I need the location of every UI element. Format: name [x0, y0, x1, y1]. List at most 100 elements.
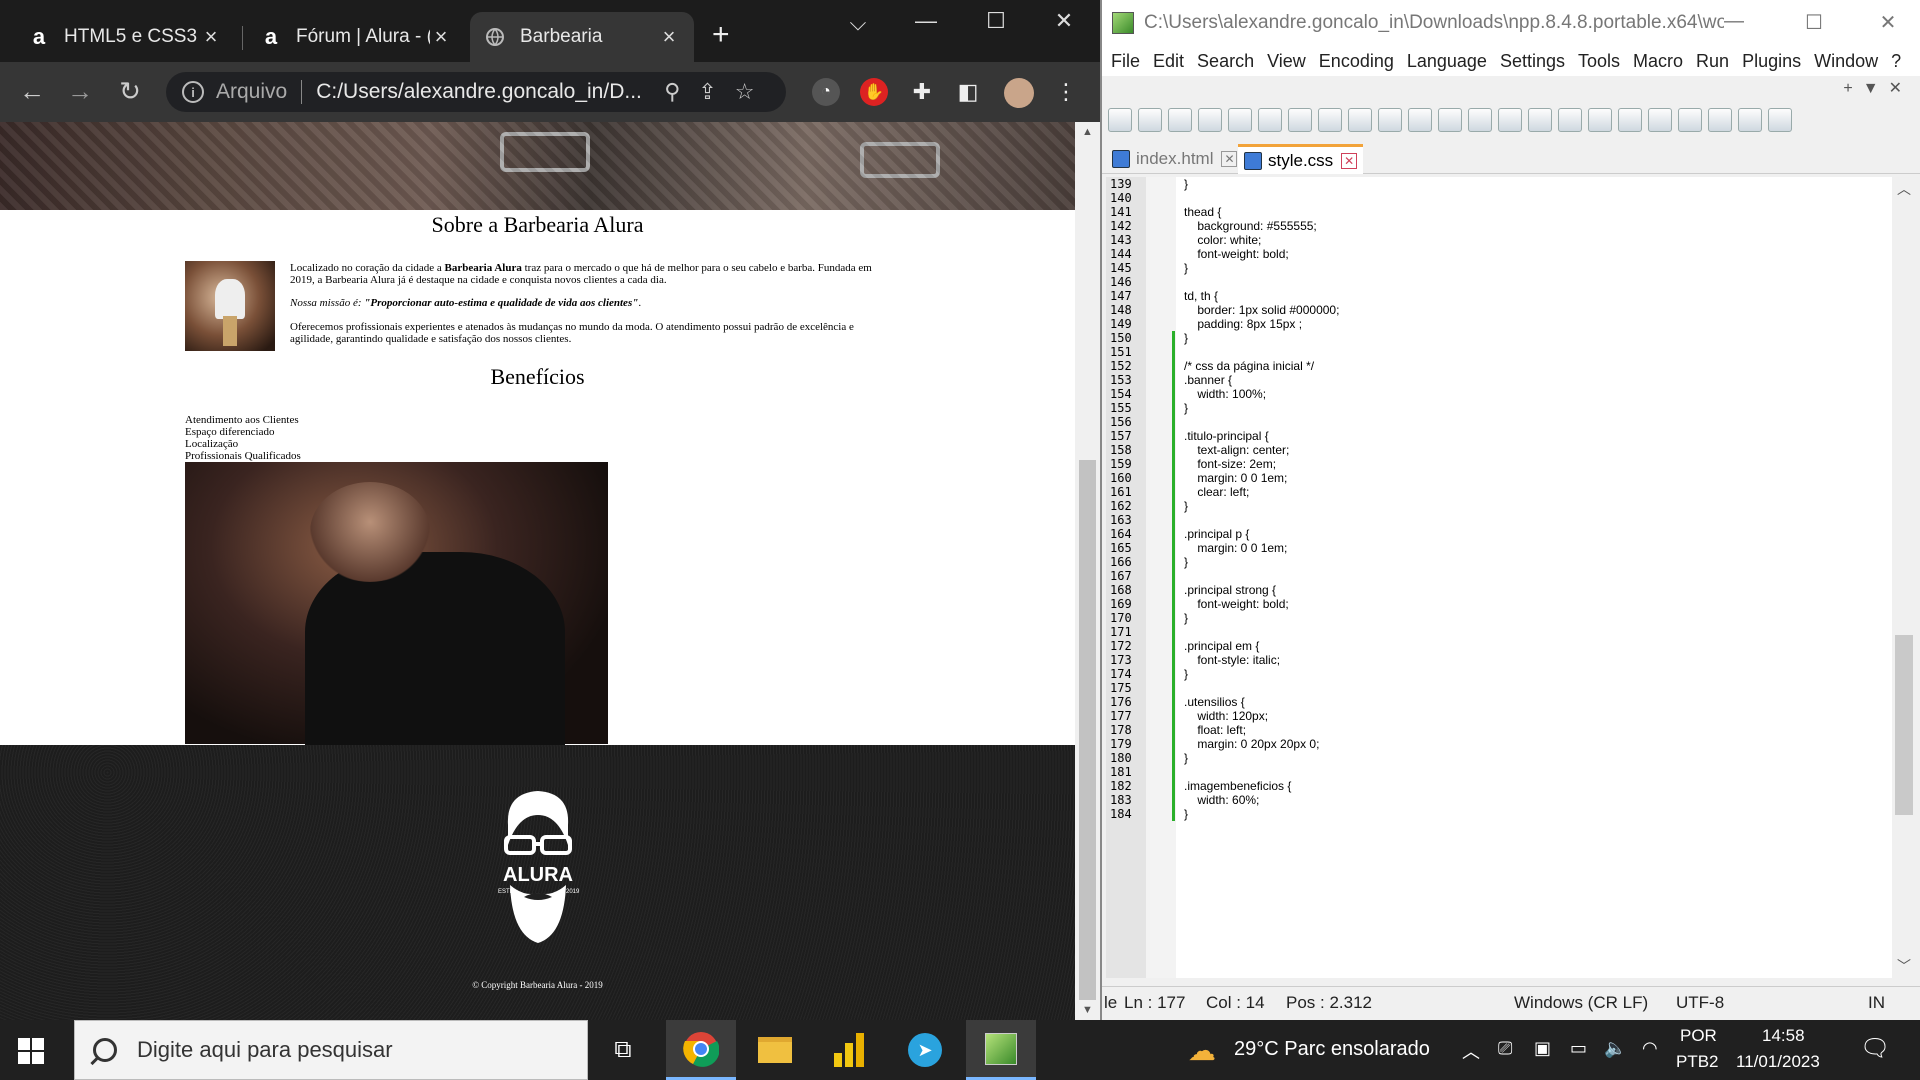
menu-tools[interactable]: Tools — [1578, 51, 1620, 72]
menu-file[interactable]: File — [1111, 51, 1140, 72]
tab-html5-css3[interactable]: a HTML5 e CSS3 p × — [14, 12, 236, 62]
function-list-icon[interactable] — [1768, 108, 1792, 132]
zoom-out-icon[interactable] — [1558, 108, 1582, 132]
code-line[interactable]: .principal strong { — [1184, 583, 1339, 597]
menu-window[interactable]: Window — [1814, 51, 1878, 72]
close-file-icon[interactable] — [1228, 108, 1252, 132]
notifications-icon[interactable]: 🗨 — [1860, 1034, 1890, 1063]
menu-macro[interactable]: Macro — [1633, 51, 1683, 72]
find-icon[interactable] — [1468, 108, 1492, 132]
code-line[interactable]: /* css da página inicial */ — [1184, 359, 1339, 373]
code-line[interactable]: margin: 0 0 1em; — [1184, 541, 1339, 555]
code-line[interactable]: color: white; — [1184, 233, 1339, 247]
code-line[interactable]: font-style: italic; — [1184, 653, 1339, 667]
tab-barbearia[interactable]: Barbearia × — [470, 12, 694, 62]
npp-menu-extras-icon[interactable]: +▼✕ — [1843, 78, 1912, 98]
scroll-down-icon[interactable]: ▼ — [1075, 1004, 1100, 1016]
npp-tab-index-html[interactable]: index.html ✕ — [1106, 144, 1243, 174]
code-line[interactable]: } — [1184, 177, 1339, 191]
menu-encoding[interactable]: Encoding — [1319, 51, 1394, 72]
copy-icon[interactable] — [1348, 108, 1372, 132]
share-icon[interactable]: ⇪ — [698, 79, 716, 105]
info-icon[interactable]: i — [182, 81, 204, 103]
code-line[interactable]: } — [1184, 751, 1339, 765]
code-line[interactable] — [1184, 415, 1339, 429]
volume-icon[interactable]: 🔈 — [1604, 1038, 1626, 1059]
address-bar[interactable]: i Arquivo C:/Users/alexandre.goncalo_in/… — [166, 72, 786, 112]
power-bi-icon[interactable] — [814, 1020, 884, 1080]
code-line[interactable] — [1184, 765, 1339, 779]
menu-language[interactable]: Language — [1407, 51, 1487, 72]
code-line[interactable]: width: 100%; — [1184, 387, 1339, 401]
code-line[interactable]: margin: 0 20px 20px 0; — [1184, 737, 1339, 751]
code-line[interactable]: } — [1184, 261, 1339, 275]
show-all-chars-icon[interactable] — [1678, 108, 1702, 132]
menu-help[interactable]: ? — [1891, 51, 1901, 72]
redo-icon[interactable] — [1438, 108, 1462, 132]
editor-scrollbar[interactable]: ︿ ﹀ — [1892, 177, 1916, 978]
npp-maximize-button[interactable]: ☐ — [1794, 10, 1834, 35]
undo-icon[interactable] — [1408, 108, 1432, 132]
side-panel-icon[interactable]: ◧ — [954, 78, 982, 106]
scroll-down-icon[interactable]: ﹀ — [1892, 956, 1916, 976]
close-tab-icon[interactable]: ✕ — [1221, 151, 1238, 167]
back-icon[interactable]: ← — [14, 76, 50, 107]
code-line[interactable]: padding: 8px 15px ; — [1184, 317, 1339, 331]
notepadpp-taskbar-icon[interactable] — [966, 1020, 1036, 1080]
close-tab-icon[interactable]: × — [200, 24, 222, 50]
reload-icon[interactable]: ↻ — [112, 76, 148, 107]
close-tab-icon[interactable]: ✕ — [1341, 152, 1358, 169]
bookmark-star-icon[interactable]: ☆ — [735, 79, 755, 105]
close-all-icon[interactable] — [1258, 108, 1282, 132]
code-line[interactable]: } — [1184, 331, 1339, 345]
open-file-icon[interactable] — [1138, 108, 1162, 132]
sync-v-icon[interactable] — [1588, 108, 1612, 132]
code-line[interactable]: text-align: center; — [1184, 443, 1339, 457]
windows-start-icon[interactable] — [18, 1038, 44, 1064]
menu-settings[interactable]: Settings — [1500, 51, 1565, 72]
code-line[interactable]: margin: 0 0 1em; — [1184, 471, 1339, 485]
tray-chevron-icon[interactable]: ︿ — [1462, 1038, 1480, 1064]
wifi-icon[interactable]: ◠ — [1642, 1038, 1658, 1059]
address-url[interactable]: C:/Users/alexandre.goncalo_in/D... — [316, 80, 646, 104]
code-line[interactable]: } — [1184, 555, 1339, 569]
save-icon[interactable] — [1168, 108, 1192, 132]
code-line[interactable]: float: left; — [1184, 723, 1339, 737]
code-line[interactable]: width: 60%; — [1184, 793, 1339, 807]
code-line[interactable]: } — [1184, 667, 1339, 681]
npp-close-button[interactable]: ✕ — [1868, 10, 1908, 35]
scroll-up-icon[interactable]: ▲ — [1075, 126, 1100, 138]
code-line[interactable]: } — [1184, 611, 1339, 625]
code-line[interactable]: } — [1184, 807, 1339, 821]
task-view-icon[interactable]: ⧉ — [588, 1020, 658, 1080]
code-line[interactable]: thead { — [1184, 205, 1339, 219]
sync-h-icon[interactable] — [1618, 108, 1642, 132]
code-line[interactable]: .imagembeneficios { — [1184, 779, 1339, 793]
code-line[interactable]: clear: left; — [1184, 485, 1339, 499]
scrollbar-thumb[interactable] — [1079, 460, 1096, 1000]
menu-edit[interactable]: Edit — [1153, 51, 1184, 72]
tab-forum-alura[interactable]: a Fórum | Alura - ( × — [246, 12, 466, 62]
save-all-icon[interactable] — [1198, 108, 1222, 132]
new-tab-button[interactable]: + — [712, 20, 730, 50]
code-line[interactable]: border: 1px solid #000000; — [1184, 303, 1339, 317]
code-line[interactable] — [1184, 191, 1339, 205]
replace-icon[interactable] — [1498, 108, 1522, 132]
menu-run[interactable]: Run — [1696, 51, 1729, 72]
code-line[interactable] — [1184, 275, 1339, 289]
code-line[interactable]: background: #555555; — [1184, 219, 1339, 233]
code-editor[interactable]: 139 140 141 142 143 144 145 146 147 148 149 150 151 1… — [1106, 177, 1898, 978]
tab-search-icon[interactable]: ⌵ — [838, 10, 878, 36]
menu-view[interactable]: View — [1267, 51, 1306, 72]
weather-text[interactable]: 29°C Parc ensolarado — [1234, 1038, 1430, 1061]
page-scrollbar[interactable]: ▲ ▼ — [1075, 122, 1100, 1020]
zoom-in-icon[interactable] — [1528, 108, 1552, 132]
npp-minimize-button[interactable]: — — [1714, 10, 1754, 33]
cut-icon[interactable] — [1318, 108, 1342, 132]
close-window-button[interactable]: ✕ — [1044, 8, 1084, 34]
word-wrap-icon[interactable] — [1648, 108, 1672, 132]
code-line[interactable] — [1184, 569, 1339, 583]
forward-icon[interactable]: → — [62, 76, 98, 107]
weather-icon[interactable]: ☁ — [1188, 1034, 1216, 1067]
code-line[interactable] — [1184, 345, 1339, 359]
